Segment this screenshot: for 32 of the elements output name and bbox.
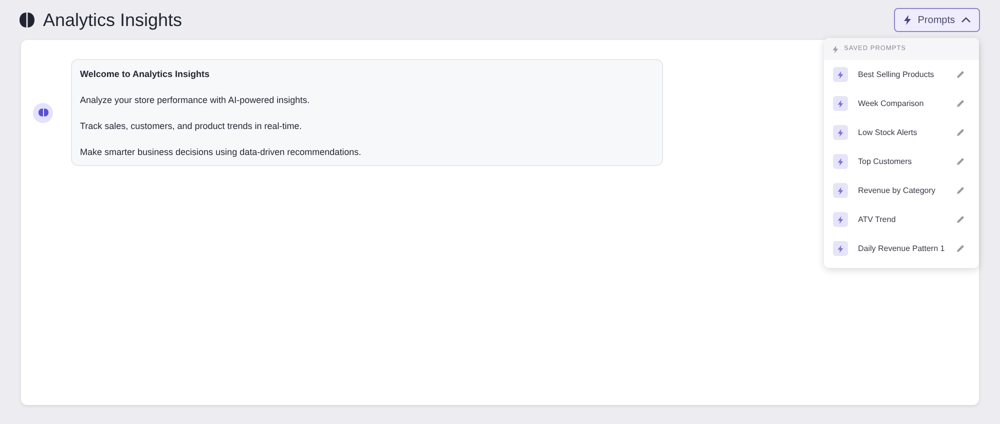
saved-prompt-item[interactable]: Top Customers bbox=[858, 156, 956, 168]
prompts-button[interactable]: Prompts bbox=[894, 8, 980, 32]
lightning-icon bbox=[833, 125, 848, 140]
message-text: Make smarter business decisions using data-driven recommendations. bbox=[80, 146, 362, 159]
saved-prompt-item[interactable]: Daily Revenue Pattern 1 bbox=[858, 242, 956, 254]
saved-prompt-item[interactable]: ATV Trend bbox=[858, 214, 956, 226]
pencil-icon[interactable] bbox=[956, 157, 965, 166]
chevron-up-icon bbox=[961, 17, 971, 23]
lightning-icon bbox=[833, 67, 848, 82]
lightning-icon bbox=[833, 183, 848, 198]
message-text: Analyze your store performance with AI-powered insights. bbox=[80, 94, 311, 107]
lightning-icon bbox=[833, 241, 848, 256]
message-text: Track sales, customers, and product trends in real-time. bbox=[80, 120, 303, 133]
saved-prompt-item[interactable]: Low Stock Alerts bbox=[858, 126, 956, 138]
lightning-icon bbox=[833, 96, 848, 111]
brain-icon bbox=[38, 108, 48, 117]
lightning-icon bbox=[833, 212, 848, 227]
saved-prompt-item[interactable]: Revenue by Category bbox=[858, 184, 956, 196]
app-title: Analytics Insights bbox=[43, 8, 182, 32]
brain-icon bbox=[18, 11, 36, 29]
pencil-icon[interactable] bbox=[956, 99, 965, 108]
pencil-icon[interactable] bbox=[956, 70, 965, 79]
pencil-icon[interactable] bbox=[956, 215, 965, 224]
lightning-icon bbox=[832, 44, 839, 54]
pencil-icon[interactable] bbox=[956, 244, 965, 253]
pencil-icon[interactable] bbox=[956, 186, 965, 195]
pencil-icon[interactable] bbox=[956, 128, 965, 137]
message-title: Welcome to Analytics Insights bbox=[80, 68, 211, 81]
lightning-icon bbox=[902, 15, 912, 25]
lightning-icon bbox=[833, 154, 848, 169]
saved-prompt-item[interactable]: Week Comparison bbox=[858, 98, 956, 110]
saved-prompt-item[interactable]: Best Selling Products bbox=[858, 68, 956, 80]
